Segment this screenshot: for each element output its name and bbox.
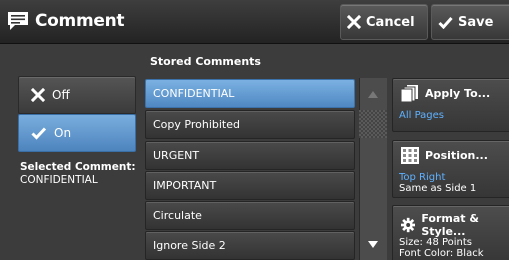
apply-to-label: Apply To... bbox=[425, 87, 491, 100]
list-item[interactable]: URGENT bbox=[145, 141, 355, 170]
list-item-label: Circulate bbox=[153, 209, 202, 222]
comment-icon bbox=[8, 12, 28, 30]
apply-to-value: All Pages bbox=[399, 110, 444, 121]
off-label: Off bbox=[52, 88, 70, 102]
list-item[interactable]: CONFIDENTIAL bbox=[145, 79, 355, 108]
position-button[interactable]: Position... Top Right Same as Side 1 bbox=[392, 140, 509, 198]
arrow-down-icon bbox=[368, 240, 378, 248]
arrow-up-icon bbox=[368, 90, 378, 98]
check-icon bbox=[438, 16, 453, 29]
list-item[interactable]: Ignore Side 2 bbox=[145, 231, 355, 260]
format-color: Font Color: Black bbox=[399, 248, 484, 259]
cancel-button[interactable]: Cancel bbox=[340, 4, 428, 40]
scroll-up-button[interactable] bbox=[359, 78, 387, 110]
on-label: On bbox=[54, 126, 72, 140]
close-icon bbox=[347, 15, 361, 29]
save-button[interactable]: Save bbox=[431, 4, 509, 40]
list-item[interactable]: IMPORTANT bbox=[145, 171, 355, 200]
format-style-button[interactable]: Format & Style... Size: 48 Points Font C… bbox=[392, 205, 509, 260]
check-icon bbox=[31, 127, 47, 140]
list-item-label: URGENT bbox=[153, 149, 200, 162]
page-title: Comment bbox=[35, 11, 125, 31]
position-label: Position... bbox=[425, 149, 488, 162]
list-item-label: Ignore Side 2 bbox=[153, 239, 226, 252]
format-style-label: Format & Style... bbox=[421, 212, 479, 238]
close-icon bbox=[31, 88, 45, 102]
scroll-down-button[interactable] bbox=[359, 228, 387, 260]
off-button[interactable]: Off bbox=[18, 76, 136, 114]
list-item[interactable]: Copy Prohibited bbox=[145, 110, 355, 139]
on-button[interactable]: On bbox=[18, 114, 136, 152]
grid-icon bbox=[401, 147, 419, 164]
list-item[interactable]: Circulate bbox=[145, 201, 355, 230]
format-size: Size: 48 Points bbox=[399, 237, 473, 248]
selected-comment-value: CONFIDENTIAL bbox=[20, 174, 98, 186]
position-head: Position... bbox=[401, 147, 488, 164]
apply-to-button[interactable]: Apply To... All Pages bbox=[392, 78, 509, 132]
list-item-label: Copy Prohibited bbox=[153, 118, 240, 131]
list-item-label: CONFIDENTIAL bbox=[153, 87, 235, 100]
scrollbar-thumb[interactable] bbox=[359, 110, 387, 138]
pages-icon bbox=[401, 85, 418, 102]
cancel-label: Cancel bbox=[366, 14, 415, 30]
apply-to-head: Apply To... bbox=[401, 85, 490, 102]
stored-comments-heading: Stored Comments bbox=[150, 55, 261, 68]
save-label: Save bbox=[458, 14, 494, 30]
list-item-label: IMPORTANT bbox=[153, 179, 217, 192]
selected-comment-label: Selected Comment: bbox=[20, 161, 136, 173]
position-value: Top Right bbox=[399, 172, 446, 183]
format-style-head: Format & Style... bbox=[401, 212, 509, 238]
title-bar: Comment Cancel Save bbox=[0, 0, 509, 44]
position-detail: Same as Side 1 bbox=[399, 183, 477, 194]
gear-icon bbox=[401, 217, 416, 233]
